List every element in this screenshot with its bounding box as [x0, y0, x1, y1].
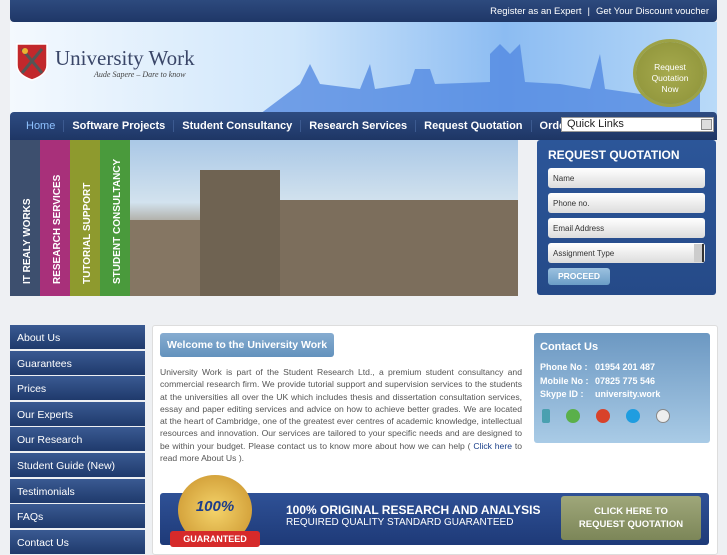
- skype-label: Skype ID :: [540, 389, 584, 399]
- mobile-phone-icon[interactable]: [542, 409, 550, 423]
- phone-label: Phone No :: [540, 362, 588, 372]
- slider-tab-it-realy-works[interactable]: IT REALY WORKS: [10, 140, 40, 296]
- request-quotation-banner-button[interactable]: CLICK HERE TO REQUEST QUOTATION: [561, 496, 701, 540]
- welcome-title: Welcome to the University Work: [160, 333, 335, 357]
- shield-logo-icon: [16, 43, 48, 81]
- tab-label: IT REALY WORKS: [22, 198, 33, 284]
- guarantee-banner: 100% GUARANTEED 100% ORIGINAL RESEARCH AN…: [160, 475, 709, 547]
- slider-tab-tutorial-support[interactable]: TUTORIAL SUPPORT: [70, 140, 100, 296]
- nav-request-quotation[interactable]: Request Quotation: [416, 120, 532, 132]
- college-building-image: [130, 220, 200, 296]
- banner-subline: REQUIRED QUALITY STANDARD GUARANTEED: [286, 517, 514, 528]
- button-line: CLICK HERE TO: [594, 506, 668, 517]
- college-building-image: [200, 170, 280, 296]
- msn-messenger-icon[interactable]: [566, 409, 580, 423]
- logo-tagline: Aude Sapere – Dare to know: [94, 70, 186, 79]
- logo-title[interactable]: University Work: [55, 46, 195, 71]
- tab-label: STUDENT CONSULTANCY: [112, 158, 123, 284]
- quick-links-value: Quick Links: [567, 118, 624, 130]
- sidebar-item-our-research[interactable]: Our Research: [10, 427, 145, 452]
- nav-software-projects[interactable]: Software Projects: [64, 120, 175, 132]
- sidebar-item-prices[interactable]: Prices: [10, 376, 145, 401]
- mobile-label: Mobile No :: [540, 375, 589, 386]
- sidebar-item-student-guide[interactable]: Student Guide (New): [10, 452, 145, 477]
- banner-headline: 100% ORIGINAL RESEARCH AND ANALYSIS: [286, 503, 541, 517]
- yahoo-messenger-icon[interactable]: [596, 409, 610, 423]
- sidebar-item-guarantees[interactable]: Guarantees: [10, 350, 145, 375]
- email-input[interactable]: Email Address: [548, 218, 705, 238]
- sidebar-item-contact-us[interactable]: Contact Us: [10, 529, 145, 554]
- badge-line: Request: [654, 62, 686, 72]
- contact-title: Contact Us: [540, 341, 599, 353]
- nav-home[interactable]: Home: [18, 120, 65, 132]
- name-input[interactable]: Name: [548, 168, 705, 188]
- header: University Work Aude Sapere – Dare to kn…: [10, 22, 717, 114]
- button-line: REQUEST QUOTATION: [578, 519, 684, 530]
- quick-links-select[interactable]: Quick Links: [561, 117, 714, 132]
- college-building-image: [280, 200, 518, 296]
- request-quotation-badge[interactable]: Request Quotation Now: [636, 42, 704, 104]
- register-expert-link[interactable]: Register as an Expert: [490, 6, 581, 17]
- sidebar-item-testimonials[interactable]: Testimonials: [10, 478, 145, 503]
- request-quotation-form: REQUEST QUOTATION Name Phone no. Email A…: [537, 140, 716, 295]
- assignment-type-select[interactable]: Assignment Type: [548, 243, 705, 263]
- nav-research-services[interactable]: Research Services: [301, 120, 417, 132]
- phone-input[interactable]: Phone no.: [548, 193, 705, 213]
- badge-line: Now: [661, 84, 679, 94]
- phone-value: 01954 201 487: [595, 362, 656, 372]
- nav-student-consultancy[interactable]: Student Consultancy: [174, 120, 302, 132]
- skype-icon[interactable]: [626, 409, 640, 423]
- slider-tab-student-consultancy[interactable]: STUDENT CONSULTANCY: [100, 140, 130, 296]
- tab-label: RESEARCH SERVICES: [52, 174, 63, 284]
- discount-voucher-link[interactable]: Get Your Discount voucher: [596, 6, 709, 17]
- welcome-text: University Work is part of the Student R…: [160, 366, 522, 464]
- form-title: REQUEST QUOTATION: [548, 148, 680, 162]
- welcome-paragraph: University Work is part of the Student R…: [160, 367, 522, 451]
- badge-line: Quotation: [651, 73, 689, 83]
- sidebar-item-about-us[interactable]: About Us: [10, 325, 145, 349]
- dropdown-arrow-icon: [694, 244, 704, 262]
- sidebar-item-faqs[interactable]: FAQs: [10, 504, 145, 529]
- chat-icon[interactable]: [656, 409, 670, 423]
- satisfaction-guaranteed-seal: 100% GUARANTEED: [170, 475, 260, 547]
- mobile-value: 07825 775 546: [595, 375, 656, 386]
- slider-tab-research-services[interactable]: RESEARCH SERVICES: [40, 140, 70, 296]
- seal-percent: 100%: [195, 498, 235, 515]
- sidebar-item-our-experts[interactable]: Our Experts: [10, 401, 145, 426]
- separator: |: [587, 6, 590, 17]
- contact-box: Contact Us Phone No : 01954 201 487 Mobil…: [534, 333, 710, 443]
- select-value: Assignment Type: [553, 249, 615, 258]
- hero-slider: IT REALY WORKS RESEARCH SERVICES TUTORIA…: [10, 140, 518, 296]
- sidebar-menu: About Us Guarantees Prices Our Experts O…: [10, 325, 145, 555]
- top-bar: Register as an Expert | Get Your Discount …: [10, 0, 717, 22]
- tab-label: TUTORIAL SUPPORT: [82, 182, 93, 284]
- proceed-button[interactable]: PROCEED: [548, 268, 610, 285]
- dropdown-arrow-icon: [701, 119, 712, 130]
- content-panel: Welcome to the University Work Universit…: [152, 325, 718, 555]
- about-us-link[interactable]: Click here: [473, 441, 512, 451]
- skype-value: university.work: [595, 389, 661, 399]
- city-skyline-image: [260, 44, 700, 114]
